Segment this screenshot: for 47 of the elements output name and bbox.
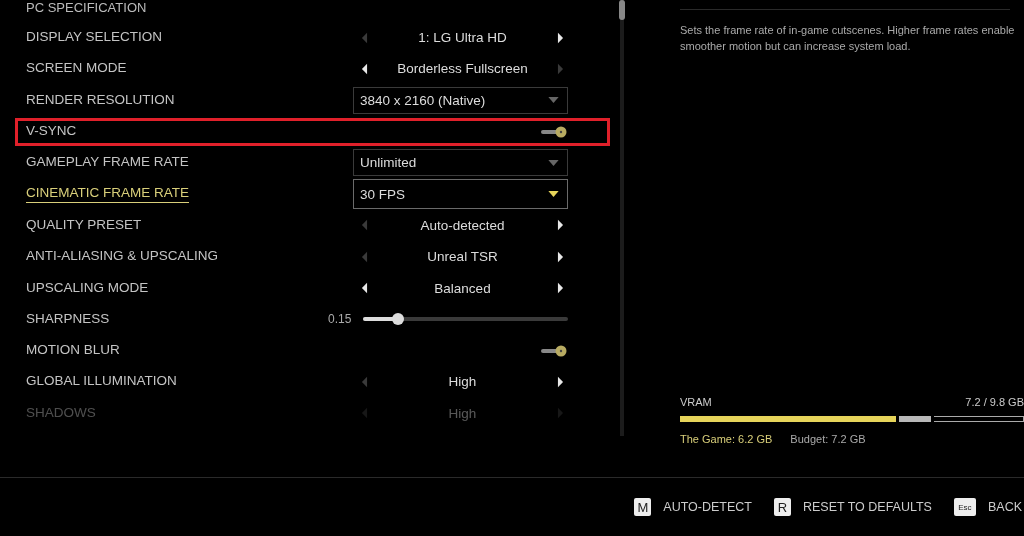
- dropdown[interactable]: 30 FPS: [353, 179, 568, 210]
- selector-value: Borderless Fullscreen: [397, 61, 528, 77]
- selector-value: High: [448, 374, 477, 390]
- key-hint: R: [773, 498, 791, 516]
- setting-label[interactable]: UPSCALING MODE: [26, 279, 336, 297]
- key-hint: Esc: [953, 498, 976, 516]
- setting-label[interactable]: GAMEPLAY FRAME RATE: [26, 154, 336, 172]
- setting-label[interactable]: RENDER RESOLUTION: [26, 91, 336, 109]
- right-arrow-icon[interactable]: [557, 31, 564, 44]
- dropdown[interactable]: Unlimited: [353, 149, 568, 177]
- game-usage-text: The Game: 6.2 GB: [680, 433, 773, 445]
- dropdown[interactable]: 3840 x 2160 (Native): [353, 86, 568, 114]
- selector-value: 1: LG Ultra HD: [418, 30, 507, 46]
- toggle-switch[interactable]: [540, 124, 568, 139]
- selector-value: High: [448, 405, 477, 421]
- scrollbar-thumb[interactable]: [619, 0, 625, 20]
- budget-text: Budget: 7.2 GB: [790, 433, 866, 445]
- caret-icon: [548, 191, 559, 198]
- selector-value: Unreal TSR: [427, 249, 498, 265]
- vram-label: VRAM: [680, 396, 712, 408]
- setting-label[interactable]: ANTI-ALIASING & UPSCALING: [26, 248, 336, 266]
- vram-reading: 7.2 / 9.8 GB: [965, 396, 1024, 408]
- caret-icon: [548, 159, 559, 166]
- right-arrow-icon[interactable]: [557, 375, 564, 388]
- setting-label[interactable]: GLOBAL ILLUMINATION: [26, 373, 336, 391]
- action-button[interactable]: BACK: [987, 500, 1022, 514]
- left-arrow-icon[interactable]: [361, 62, 368, 75]
- description-text: Sets the frame rate of in-game cutscenes. Higher frame rates enable smoother motion but can increase system load.: [680, 23, 1016, 54]
- left-arrow-icon[interactable]: [361, 282, 368, 294]
- action-button[interactable]: AUTO-DETECT: [663, 500, 752, 514]
- caret-icon: [548, 97, 559, 104]
- selector-value: Balanced: [434, 280, 491, 296]
- setting-label[interactable]: MOTION BLUR: [26, 342, 336, 360]
- right-arrow-icon[interactable]: [557, 282, 564, 294]
- section-title: PC SPECIFICATION: [26, 0, 148, 17]
- key-hint: M: [634, 498, 652, 516]
- setting-label[interactable]: DISPLAY SELECTION: [26, 29, 336, 47]
- selector-value: Auto-detected: [420, 217, 505, 233]
- setting-label[interactable]: V-SYNC: [26, 123, 336, 141]
- right-arrow-icon[interactable]: [557, 250, 564, 263]
- setting-label[interactable]: QUALITY PRESET: [26, 216, 336, 234]
- slider-reading: 0.15: [328, 312, 352, 327]
- right-arrow-icon[interactable]: [557, 219, 564, 232]
- toggle-switch[interactable]: [540, 343, 568, 358]
- setting-label[interactable]: SCREEN MODE: [26, 60, 336, 78]
- action-button[interactable]: RESET TO DEFAULTS: [802, 500, 932, 514]
- setting-label[interactable]: CINEMATIC FRAME RATE: [26, 185, 189, 204]
